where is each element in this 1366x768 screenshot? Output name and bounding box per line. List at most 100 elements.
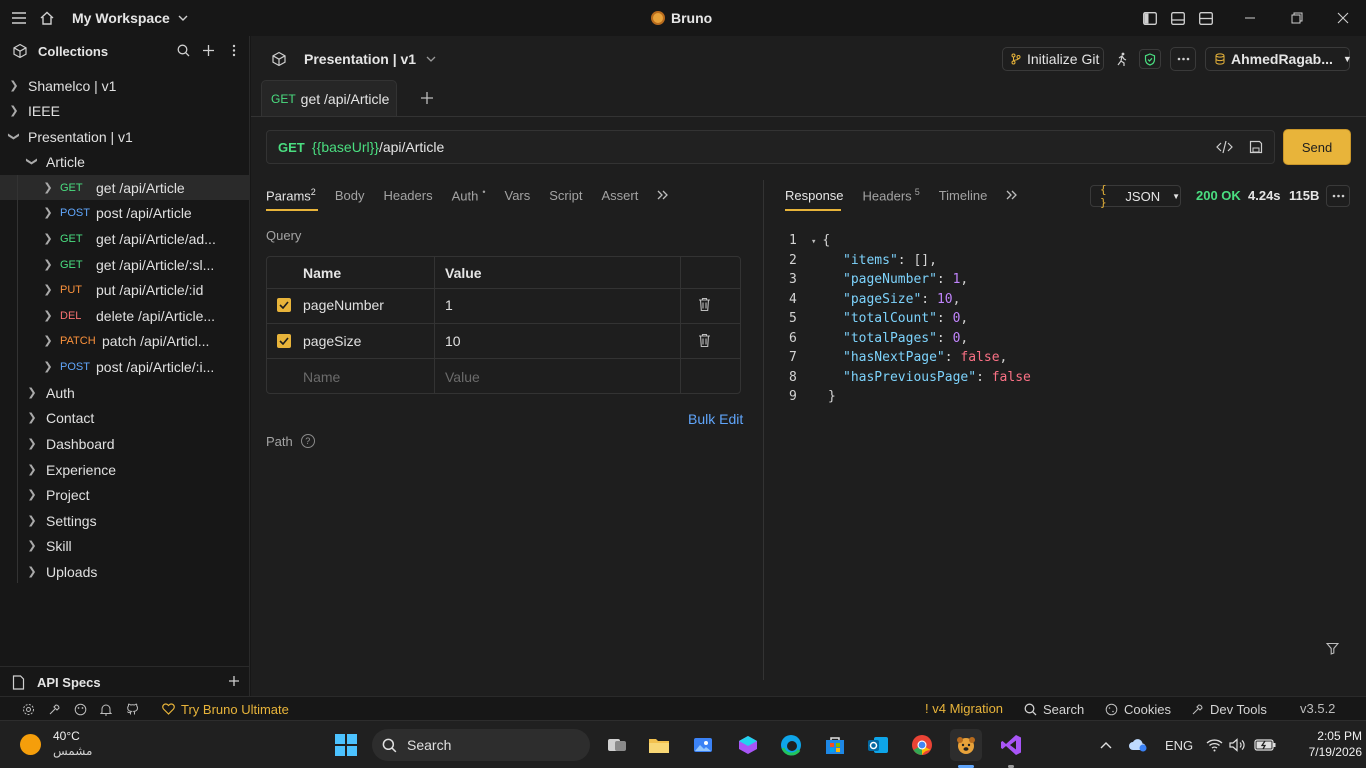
- param-name[interactable]: pageSize: [303, 333, 361, 349]
- restore-icon[interactable]: [1289, 10, 1305, 26]
- tab-response[interactable]: Response: [785, 188, 844, 203]
- chevron-up-icon[interactable]: [1099, 738, 1113, 752]
- palette-icon[interactable]: [73, 702, 87, 716]
- folder-item[interactable]: ❯ Settings: [0, 508, 249, 533]
- new-param-name-input[interactable]: Name: [303, 369, 340, 385]
- wifi-icon[interactable]: [1206, 736, 1223, 753]
- collection-title-dropdown[interactable]: Presentation | v1: [304, 49, 436, 69]
- tab-headers[interactable]: Headers: [383, 188, 432, 203]
- chevron-double-right-icon[interactable]: [1006, 190, 1018, 200]
- photos-icon[interactable]: [687, 729, 719, 761]
- collection-item[interactable]: ❯ IEEE: [0, 98, 249, 123]
- request-item[interactable]: ❯ GET get /api/Article/:sl...: [0, 252, 249, 277]
- toggle-panel-bottom-icon[interactable]: [1170, 10, 1186, 26]
- initialize-git-button[interactable]: Initialize Git: [1002, 47, 1104, 71]
- clock[interactable]: 2:05 PM 7/19/2026: [1280, 728, 1362, 760]
- method-selector[interactable]: GET: [278, 140, 312, 155]
- param-checkbox[interactable]: [277, 334, 291, 348]
- api-specs-section[interactable]: API Specs: [12, 673, 101, 691]
- try-bruno-ultimate-link[interactable]: Try Bruno Ultimate: [162, 701, 289, 717]
- folder-item[interactable]: ❯ Auth: [0, 380, 249, 405]
- tab-auth[interactable]: Auth •: [452, 187, 486, 203]
- tab-vars[interactable]: Vars: [505, 188, 531, 203]
- trash-icon[interactable]: [696, 332, 712, 348]
- file-explorer-icon[interactable]: [643, 729, 675, 761]
- close-icon[interactable]: [1335, 10, 1351, 26]
- pane-divider[interactable]: [763, 180, 764, 680]
- param-name[interactable]: pageNumber: [303, 297, 384, 313]
- taskbar-search[interactable]: Search: [372, 729, 590, 761]
- add-collection-icon[interactable]: [201, 43, 216, 58]
- workspace-switcher[interactable]: My Workspace: [72, 9, 188, 27]
- chrome-icon[interactable]: [906, 729, 938, 761]
- microsoft-store-icon[interactable]: [819, 729, 851, 761]
- send-button[interactable]: Send: [1283, 129, 1351, 165]
- folder-item[interactable]: ❯ Article: [0, 149, 249, 174]
- request-item[interactable]: ❯ PUT put /api/Article/:id: [0, 277, 249, 302]
- environment-selector[interactable]: AhmedRagab... ▼: [1205, 47, 1352, 71]
- code-generate-icon[interactable]: [1215, 139, 1233, 155]
- bruno-app-icon[interactable]: [950, 729, 982, 761]
- v4-migration-link[interactable]: ! v4 Migration: [925, 701, 1003, 716]
- toggle-sidebar-icon[interactable]: [1142, 10, 1158, 26]
- tab-timeline[interactable]: Timeline: [939, 188, 988, 203]
- runner-icon[interactable]: [1114, 51, 1130, 67]
- new-param-value-input[interactable]: Value: [445, 369, 480, 385]
- outlook-icon[interactable]: [862, 729, 894, 761]
- bulk-edit-link[interactable]: Bulk Edit: [688, 411, 743, 427]
- github-icon[interactable]: [125, 702, 139, 716]
- weather-widget[interactable]: 40°C مشمس: [20, 729, 92, 759]
- save-icon[interactable]: [1248, 139, 1264, 155]
- windows-start-icon[interactable]: [330, 729, 362, 761]
- request-item[interactable]: ❯ GET get /api/Article/ad...: [0, 226, 249, 251]
- folder-item[interactable]: ❯ Experience: [0, 457, 249, 482]
- request-item[interactable]: ❯ POST post /api/Article/:i...: [0, 354, 249, 379]
- status-search-button[interactable]: Search: [1024, 701, 1084, 717]
- request-item[interactable]: ❯ POST post /api/Article: [0, 200, 249, 225]
- minimize-icon[interactable]: [1242, 10, 1258, 26]
- shield-icon[interactable]: [1139, 49, 1161, 69]
- tab-params[interactable]: Params2: [266, 187, 316, 203]
- dev-tools-button[interactable]: Dev Tools: [1191, 701, 1267, 717]
- home-icon[interactable]: [38, 9, 56, 27]
- visual-studio-icon[interactable]: [995, 729, 1027, 761]
- wrench-icon[interactable]: [47, 702, 61, 716]
- param-value[interactable]: 1: [445, 297, 453, 313]
- bell-icon[interactable]: [99, 702, 113, 716]
- tab-script[interactable]: Script: [549, 188, 582, 203]
- tab-body[interactable]: Body: [335, 188, 365, 203]
- request-item[interactable]: ❯ DEL delete /api/Article...: [0, 303, 249, 328]
- request-tab[interactable]: GET get /api/Article: [261, 80, 397, 116]
- tab-assert[interactable]: Assert: [602, 188, 639, 203]
- microsoft-365-icon[interactable]: [732, 729, 764, 761]
- url-bar[interactable]: GET {{baseUrl}} /api/Article: [266, 130, 1275, 164]
- folder-item[interactable]: ❯ Contact: [0, 405, 249, 430]
- folder-item[interactable]: ❯ Project: [0, 482, 249, 507]
- edge-browser-icon[interactable]: [775, 729, 807, 761]
- settings-gear-icon[interactable]: [21, 702, 35, 716]
- tab-response-headers[interactable]: Headers 5: [863, 187, 920, 203]
- more-options-icon[interactable]: [1326, 185, 1350, 207]
- hamburger-menu-icon[interactable]: [10, 9, 28, 27]
- new-tab-icon[interactable]: [419, 90, 435, 106]
- folder-item[interactable]: ❯ Skill: [0, 533, 249, 558]
- more-options-icon[interactable]: [226, 43, 241, 58]
- folder-item[interactable]: ❯ Uploads: [0, 559, 249, 584]
- task-view-icon[interactable]: [601, 729, 633, 761]
- help-icon[interactable]: ?: [300, 434, 315, 448]
- filter-icon[interactable]: [1325, 641, 1339, 655]
- fold-arrow-icon[interactable]: ▾: [811, 237, 816, 247]
- add-api-spec-icon[interactable]: [227, 674, 241, 688]
- search-icon[interactable]: [176, 43, 191, 58]
- collection-item[interactable]: ❯ Shamelco | v1: [0, 73, 249, 98]
- request-item[interactable]: ❯ PATCH patch /api/Articl...: [0, 328, 249, 353]
- onedrive-sync-icon[interactable]: [1128, 736, 1148, 754]
- request-item-active[interactable]: ❯ GET get /api/Article: [0, 175, 249, 200]
- chevron-double-right-icon[interactable]: [657, 190, 669, 200]
- trash-icon[interactable]: [696, 296, 712, 312]
- response-format-selector[interactable]: { } JSON ▼: [1090, 183, 1181, 209]
- folder-item[interactable]: ❯ Dashboard: [0, 431, 249, 456]
- collection-item[interactable]: ❯ Presentation | v1: [0, 124, 249, 149]
- battery-charging-icon[interactable]: [1254, 736, 1276, 753]
- cookies-button[interactable]: Cookies: [1105, 701, 1171, 717]
